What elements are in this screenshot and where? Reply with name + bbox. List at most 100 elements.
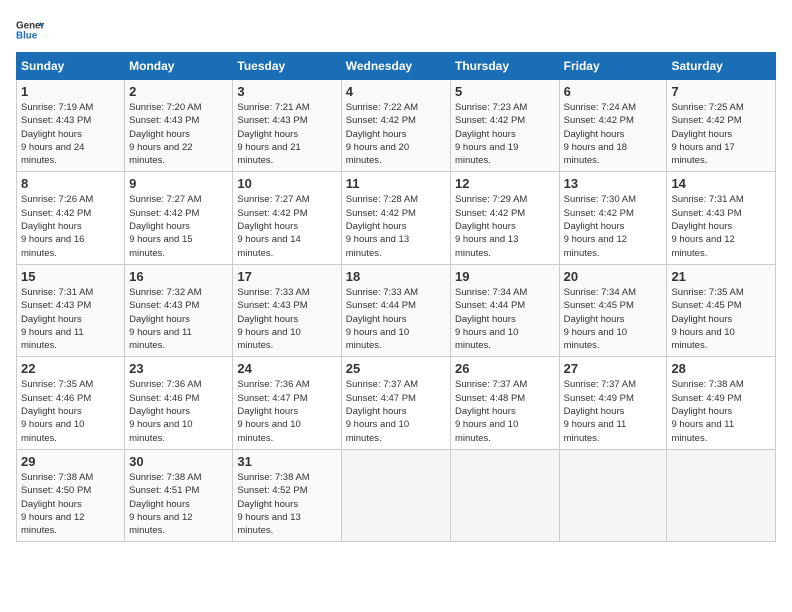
day-info: Sunrise: 7:38 AMSunset: 4:51 PMDaylight … bbox=[129, 472, 201, 536]
calendar-cell bbox=[341, 449, 450, 541]
day-number: 7 bbox=[671, 84, 771, 99]
day-number: 12 bbox=[455, 176, 555, 191]
day-info: Sunrise: 7:30 AMSunset: 4:42 PMDaylight … bbox=[564, 194, 636, 258]
day-header-tuesday: Tuesday bbox=[233, 53, 341, 80]
day-info: Sunrise: 7:38 AMSunset: 4:49 PMDaylight … bbox=[671, 379, 743, 443]
day-info: Sunrise: 7:34 AMSunset: 4:44 PMDaylight … bbox=[455, 287, 527, 351]
day-number: 17 bbox=[237, 269, 336, 284]
calendar-cell: 8 Sunrise: 7:26 AMSunset: 4:42 PMDayligh… bbox=[17, 172, 125, 264]
day-header-friday: Friday bbox=[559, 53, 667, 80]
calendar-body: 1 Sunrise: 7:19 AMSunset: 4:43 PMDayligh… bbox=[17, 80, 776, 542]
day-number: 26 bbox=[455, 361, 555, 376]
svg-text:Blue: Blue bbox=[16, 30, 38, 41]
day-info: Sunrise: 7:26 AMSunset: 4:42 PMDaylight … bbox=[21, 194, 93, 258]
day-info: Sunrise: 7:25 AMSunset: 4:42 PMDaylight … bbox=[671, 102, 743, 166]
day-info: Sunrise: 7:38 AMSunset: 4:50 PMDaylight … bbox=[21, 472, 93, 536]
calendar-cell: 5 Sunrise: 7:23 AMSunset: 4:42 PMDayligh… bbox=[450, 80, 559, 172]
calendar-cell: 28 Sunrise: 7:38 AMSunset: 4:49 PMDaylig… bbox=[667, 357, 776, 449]
day-number: 24 bbox=[237, 361, 336, 376]
day-number: 30 bbox=[129, 454, 228, 469]
day-info: Sunrise: 7:35 AMSunset: 4:46 PMDaylight … bbox=[21, 379, 93, 443]
calendar-cell bbox=[450, 449, 559, 541]
calendar-cell: 18 Sunrise: 7:33 AMSunset: 4:44 PMDaylig… bbox=[341, 264, 450, 356]
day-info: Sunrise: 7:19 AMSunset: 4:43 PMDaylight … bbox=[21, 102, 93, 166]
day-number: 3 bbox=[237, 84, 336, 99]
week-row-3: 15 Sunrise: 7:31 AMSunset: 4:43 PMDaylig… bbox=[17, 264, 776, 356]
calendar-cell: 15 Sunrise: 7:31 AMSunset: 4:43 PMDaylig… bbox=[17, 264, 125, 356]
day-number: 14 bbox=[671, 176, 771, 191]
day-info: Sunrise: 7:35 AMSunset: 4:45 PMDaylight … bbox=[671, 287, 743, 351]
day-info: Sunrise: 7:36 AMSunset: 4:46 PMDaylight … bbox=[129, 379, 201, 443]
week-row-4: 22 Sunrise: 7:35 AMSunset: 4:46 PMDaylig… bbox=[17, 357, 776, 449]
day-number: 15 bbox=[21, 269, 120, 284]
day-number: 22 bbox=[21, 361, 120, 376]
week-row-5: 29 Sunrise: 7:38 AMSunset: 4:50 PMDaylig… bbox=[17, 449, 776, 541]
day-info: Sunrise: 7:21 AMSunset: 4:43 PMDaylight … bbox=[237, 102, 309, 166]
calendar-cell bbox=[559, 449, 667, 541]
calendar-cell: 22 Sunrise: 7:35 AMSunset: 4:46 PMDaylig… bbox=[17, 357, 125, 449]
calendar-table: SundayMondayTuesdayWednesdayThursdayFrid… bbox=[16, 52, 776, 542]
day-number: 20 bbox=[564, 269, 663, 284]
calendar-cell: 17 Sunrise: 7:33 AMSunset: 4:43 PMDaylig… bbox=[233, 264, 341, 356]
day-number: 31 bbox=[237, 454, 336, 469]
calendar-cell: 23 Sunrise: 7:36 AMSunset: 4:46 PMDaylig… bbox=[125, 357, 233, 449]
calendar-cell: 25 Sunrise: 7:37 AMSunset: 4:47 PMDaylig… bbox=[341, 357, 450, 449]
day-info: Sunrise: 7:24 AMSunset: 4:42 PMDaylight … bbox=[564, 102, 636, 166]
day-number: 18 bbox=[346, 269, 446, 284]
calendar-cell: 14 Sunrise: 7:31 AMSunset: 4:43 PMDaylig… bbox=[667, 172, 776, 264]
calendar-cell: 27 Sunrise: 7:37 AMSunset: 4:49 PMDaylig… bbox=[559, 357, 667, 449]
day-info: Sunrise: 7:37 AMSunset: 4:48 PMDaylight … bbox=[455, 379, 527, 443]
day-info: Sunrise: 7:38 AMSunset: 4:52 PMDaylight … bbox=[237, 472, 309, 536]
day-number: 8 bbox=[21, 176, 120, 191]
day-header-monday: Monday bbox=[125, 53, 233, 80]
day-header-wednesday: Wednesday bbox=[341, 53, 450, 80]
day-info: Sunrise: 7:27 AMSunset: 4:42 PMDaylight … bbox=[237, 194, 309, 258]
day-info: Sunrise: 7:37 AMSunset: 4:49 PMDaylight … bbox=[564, 379, 636, 443]
day-info: Sunrise: 7:23 AMSunset: 4:42 PMDaylight … bbox=[455, 102, 527, 166]
logo-icon: General Blue bbox=[16, 16, 44, 44]
day-info: Sunrise: 7:27 AMSunset: 4:42 PMDaylight … bbox=[129, 194, 201, 258]
logo: General Blue bbox=[16, 16, 44, 44]
calendar-cell: 12 Sunrise: 7:29 AMSunset: 4:42 PMDaylig… bbox=[450, 172, 559, 264]
day-number: 25 bbox=[346, 361, 446, 376]
day-info: Sunrise: 7:33 AMSunset: 4:44 PMDaylight … bbox=[346, 287, 418, 351]
calendar-cell: 26 Sunrise: 7:37 AMSunset: 4:48 PMDaylig… bbox=[450, 357, 559, 449]
day-header-thursday: Thursday bbox=[450, 53, 559, 80]
calendar-cell: 6 Sunrise: 7:24 AMSunset: 4:42 PMDayligh… bbox=[559, 80, 667, 172]
day-number: 23 bbox=[129, 361, 228, 376]
calendar-cell: 10 Sunrise: 7:27 AMSunset: 4:42 PMDaylig… bbox=[233, 172, 341, 264]
day-number: 10 bbox=[237, 176, 336, 191]
day-info: Sunrise: 7:32 AMSunset: 4:43 PMDaylight … bbox=[129, 287, 201, 351]
calendar-cell: 30 Sunrise: 7:38 AMSunset: 4:51 PMDaylig… bbox=[125, 449, 233, 541]
day-number: 28 bbox=[671, 361, 771, 376]
day-info: Sunrise: 7:37 AMSunset: 4:47 PMDaylight … bbox=[346, 379, 418, 443]
day-number: 21 bbox=[671, 269, 771, 284]
calendar-cell: 13 Sunrise: 7:30 AMSunset: 4:42 PMDaylig… bbox=[559, 172, 667, 264]
calendar-cell: 19 Sunrise: 7:34 AMSunset: 4:44 PMDaylig… bbox=[450, 264, 559, 356]
calendar-cell: 9 Sunrise: 7:27 AMSunset: 4:42 PMDayligh… bbox=[125, 172, 233, 264]
day-info: Sunrise: 7:22 AMSunset: 4:42 PMDaylight … bbox=[346, 102, 418, 166]
calendar-cell: 1 Sunrise: 7:19 AMSunset: 4:43 PMDayligh… bbox=[17, 80, 125, 172]
day-info: Sunrise: 7:34 AMSunset: 4:45 PMDaylight … bbox=[564, 287, 636, 351]
calendar-cell: 21 Sunrise: 7:35 AMSunset: 4:45 PMDaylig… bbox=[667, 264, 776, 356]
week-row-2: 8 Sunrise: 7:26 AMSunset: 4:42 PMDayligh… bbox=[17, 172, 776, 264]
day-number: 5 bbox=[455, 84, 555, 99]
calendar-cell: 11 Sunrise: 7:28 AMSunset: 4:42 PMDaylig… bbox=[341, 172, 450, 264]
calendar-cell: 3 Sunrise: 7:21 AMSunset: 4:43 PMDayligh… bbox=[233, 80, 341, 172]
day-number: 6 bbox=[564, 84, 663, 99]
day-header-saturday: Saturday bbox=[667, 53, 776, 80]
calendar-cell: 20 Sunrise: 7:34 AMSunset: 4:45 PMDaylig… bbox=[559, 264, 667, 356]
day-number: 4 bbox=[346, 84, 446, 99]
page-header: General Blue bbox=[16, 16, 776, 44]
day-number: 11 bbox=[346, 176, 446, 191]
calendar-cell bbox=[667, 449, 776, 541]
day-info: Sunrise: 7:29 AMSunset: 4:42 PMDaylight … bbox=[455, 194, 527, 258]
week-row-1: 1 Sunrise: 7:19 AMSunset: 4:43 PMDayligh… bbox=[17, 80, 776, 172]
day-info: Sunrise: 7:31 AMSunset: 4:43 PMDaylight … bbox=[671, 194, 743, 258]
day-number: 1 bbox=[21, 84, 120, 99]
day-header-sunday: Sunday bbox=[17, 53, 125, 80]
calendar-cell: 16 Sunrise: 7:32 AMSunset: 4:43 PMDaylig… bbox=[125, 264, 233, 356]
calendar-cell: 4 Sunrise: 7:22 AMSunset: 4:42 PMDayligh… bbox=[341, 80, 450, 172]
day-info: Sunrise: 7:20 AMSunset: 4:43 PMDaylight … bbox=[129, 102, 201, 166]
day-info: Sunrise: 7:31 AMSunset: 4:43 PMDaylight … bbox=[21, 287, 93, 351]
